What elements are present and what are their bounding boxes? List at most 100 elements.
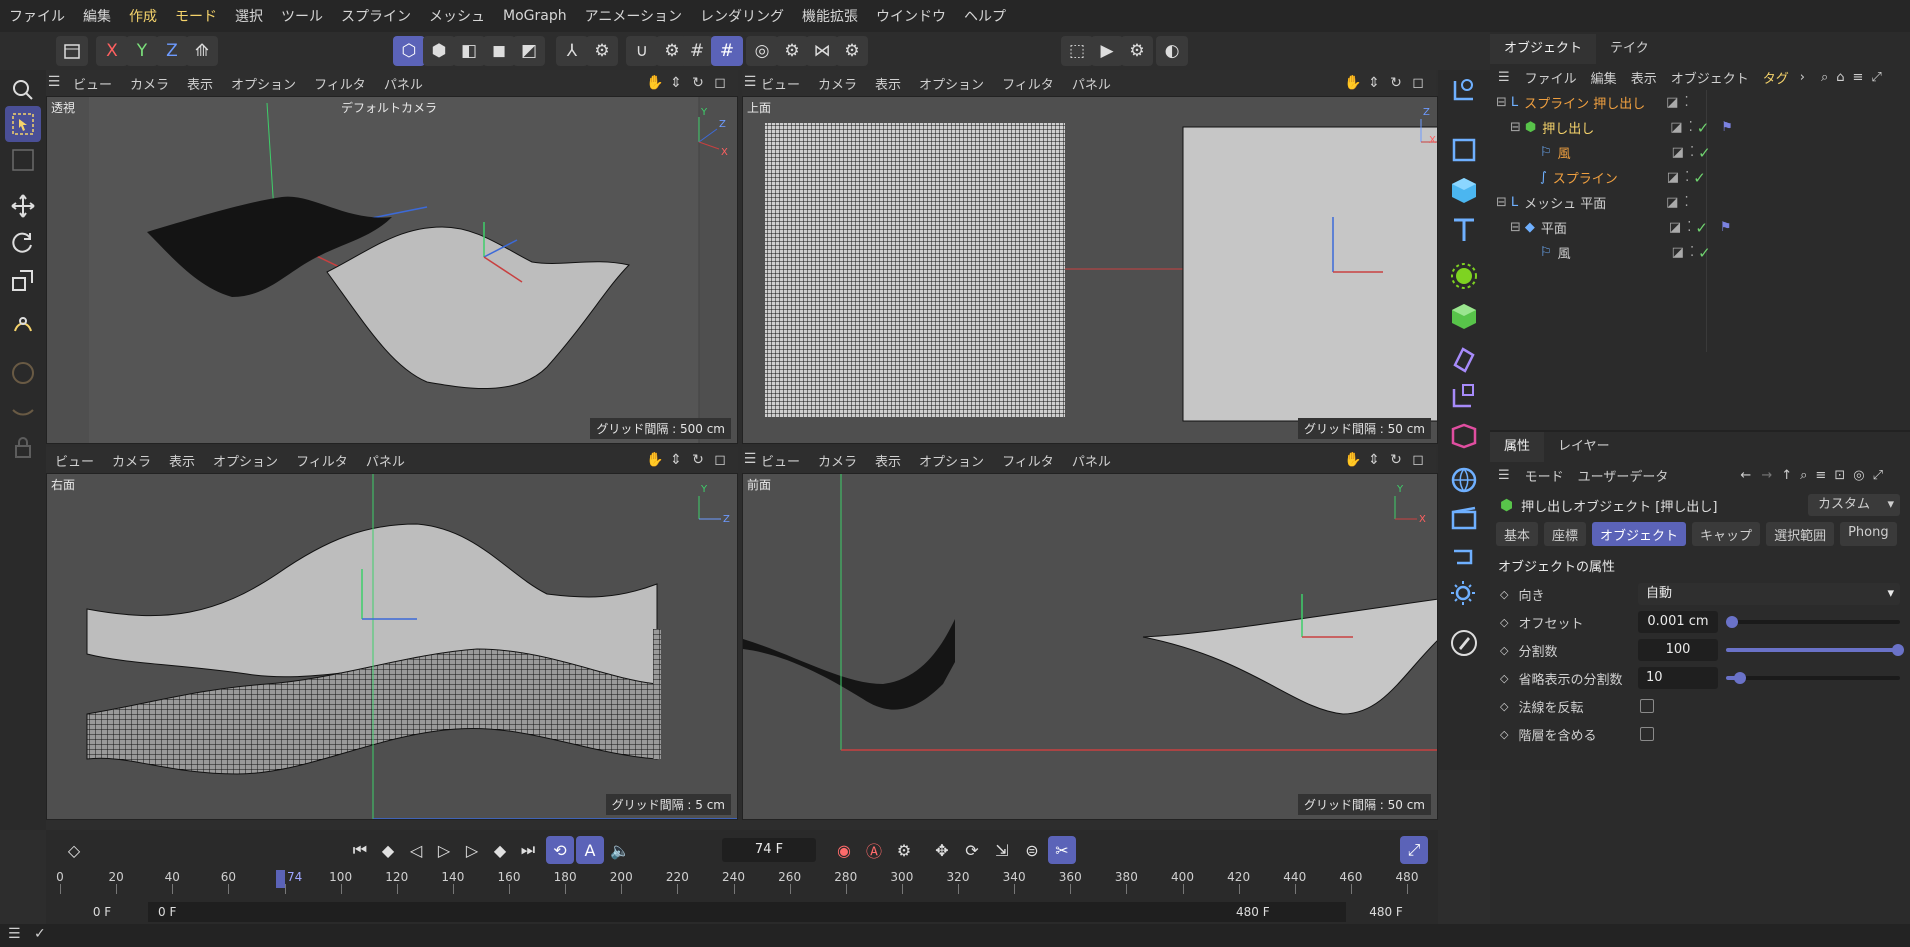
camera-name[interactable]: デフォルトカメラ [341,99,437,116]
keyframe-diamond-icon[interactable]: ◇ [1500,672,1508,685]
offset-slider[interactable] [1726,616,1900,628]
next-frame-button[interactable]: ▷ [458,836,486,864]
dolly-icon[interactable]: ⇕ [668,452,684,468]
collapse-icon[interactable]: ⊟ [1510,120,1521,135]
sound-mode-button[interactable]: A [576,836,604,864]
collapse-icon[interactable]: ⊟ [1496,195,1507,210]
om-menu-object[interactable]: オブジェクト [1664,68,1756,87]
tab-takes[interactable]: テイク [1596,34,1663,64]
hamburger-icon[interactable]: ☰ [1490,468,1518,483]
menu-file[interactable]: ファイル [0,6,74,26]
orbit-icon[interactable]: ↻ [1388,452,1404,468]
home-icon[interactable]: ⌂ [1832,70,1848,85]
list-item[interactable]: ⚐ 風 ◪ ⁚ ✓ [1490,140,1910,165]
viewport-menu-camera[interactable]: カメラ [809,451,866,470]
viewport-menu-filter[interactable]: フィルタ [993,74,1063,93]
scene-button[interactable] [1446,462,1482,498]
viewport-menu-view[interactable]: ビュー [64,74,121,93]
pan-icon[interactable]: ✋ [646,75,663,91]
pan-icon[interactable]: ✋ [1344,452,1361,468]
grid-snap-button[interactable]: # [711,36,743,66]
check-icon[interactable]: ✓ [1695,219,1708,237]
axis-x-button[interactable]: X [96,36,128,66]
play-button[interactable]: ▷ [430,836,458,864]
viewport-menu-filter[interactable]: フィルタ [305,74,375,93]
scale-tool[interactable] [5,262,41,298]
render-settings-button[interactable]: ⚙ [1121,36,1153,66]
offset-input[interactable]: 0.001 cm [1638,611,1718,633]
am-menu-userdata[interactable]: ユーザーデータ [1571,466,1676,485]
loop-button[interactable]: ⟲ [546,836,574,864]
object-name[interactable]: 平面 [1541,218,1637,237]
reset-layout-button[interactable] [56,36,88,66]
fcurve-button[interactable]: ⤢ [1400,836,1428,864]
subtab-coords[interactable]: 座標 [1544,522,1587,546]
collapse-icon[interactable]: ⊟ [1496,95,1507,110]
visibility-dots-icon[interactable]: ⁚ [1685,170,1689,185]
flip-normals-checkbox[interactable] [1640,699,1654,713]
orbit-icon[interactable]: ↻ [690,75,706,91]
subtab-object[interactable]: オブジェクト [1592,522,1687,546]
edit-button[interactable] [1446,625,1482,661]
menu-edit[interactable]: 編集 [74,6,120,26]
edges-mode-button[interactable]: ◧ [453,36,485,66]
go-end-button[interactable]: ⏭ [514,836,542,864]
tab-objects[interactable]: オブジェクト [1490,34,1597,64]
arrow-left-icon[interactable]: ← [1735,468,1756,483]
text-button[interactable] [1446,212,1482,248]
object-name[interactable]: スプライン 押し出し [1524,93,1645,112]
null-object-button[interactable] [1446,72,1482,108]
dolly-icon[interactable]: ⇕ [1366,452,1382,468]
subdivision-input[interactable]: 100 [1638,639,1718,661]
edit-tag-icon[interactable]: ◪ [1670,120,1682,135]
slider-knob[interactable] [1726,616,1738,628]
viewport-menu-options[interactable]: オプション [222,74,305,93]
viewport-menu-filter[interactable]: フィルタ [993,451,1063,470]
om-menu-tags[interactable]: タグ [1756,68,1796,87]
prev-key-button[interactable]: ◆ [374,836,402,864]
chevron-right-icon[interactable]: › [1796,70,1809,85]
snap-button[interactable]: ∪ [626,36,658,66]
viewport-menu-view[interactable]: ビュー [46,451,103,470]
coordinate-system-button[interactable]: ⟰ [186,36,218,66]
timeline-ruler[interactable]: 74 0204060801001201401601802002202402602… [56,870,1426,904]
subtab-basic[interactable]: 基本 [1496,522,1539,546]
keyframe-diamond-icon[interactable]: ◇ [1500,644,1508,657]
list-item[interactable]: ⊟ ◆ 平面 ◪ ⁚ ✓ ⚑ [1490,215,1910,240]
viewport-front[interactable]: Y X 前面 グリッド間隔 : 50 cm [742,473,1438,820]
keyframe-diamond-icon[interactable]: ◇ [1500,588,1508,601]
visibility-dots-icon[interactable]: ⁚ [1690,245,1694,260]
viewport-menu-camera[interactable]: カメラ [121,74,178,93]
object-name[interactable]: 押し出し [1542,118,1638,137]
end-frame-field[interactable]: 480 F [1346,902,1426,922]
object-name[interactable]: 風 [1558,143,1640,162]
select-tool[interactable] [5,106,41,142]
keyframe-diamond-icon[interactable]: ◇ [1500,616,1508,629]
viewport-menu-filter[interactable]: フィルタ [287,451,357,470]
simulation-button[interactable] [1446,538,1482,574]
menu-animation[interactable]: アニメーション [576,6,691,26]
tag-flag-icon[interactable]: ⚑ [1721,120,1733,135]
subtab-selection[interactable]: 選択範囲 [1766,522,1835,546]
keyframe-diamond-icon[interactable]: ◇ [1500,700,1508,713]
edit-tag-icon[interactable]: ◪ [1669,220,1681,235]
pan-icon[interactable]: ✋ [646,452,663,468]
viewport-right[interactable]: Y Z 右面 グリッド間隔 : 5 cm [46,473,738,820]
maximize-icon[interactable]: ◻ [1410,75,1426,91]
symmetry-button[interactable]: ⋈ [806,36,838,66]
rotate-tool[interactable] [5,225,41,261]
spline-button[interactable] [1446,132,1482,168]
viewport-menu-display[interactable]: 表示 [178,74,222,93]
generator-button[interactable] [1446,258,1482,294]
edit-tag-icon[interactable]: ◪ [1666,95,1678,110]
viewport-menu-panel[interactable]: パネル [1063,451,1120,470]
search-icon[interactable]: ⌕ [1817,70,1832,85]
go-start-button[interactable]: ⏮ [346,836,374,864]
hamburger-icon[interactable]: ☰ [46,74,62,90]
axis-tool-button[interactable]: ⅄ [556,36,588,66]
keyframe-diamond-icon[interactable]: ◇ [1500,728,1508,741]
object-name[interactable]: メッシュ 平面 [1524,193,1634,212]
deformer-button[interactable] [1446,342,1482,378]
list-item[interactable]: ⚐ 風 ◪ ⁚ ✓ [1490,240,1910,265]
tab-attributes[interactable]: 属性 [1490,432,1545,462]
